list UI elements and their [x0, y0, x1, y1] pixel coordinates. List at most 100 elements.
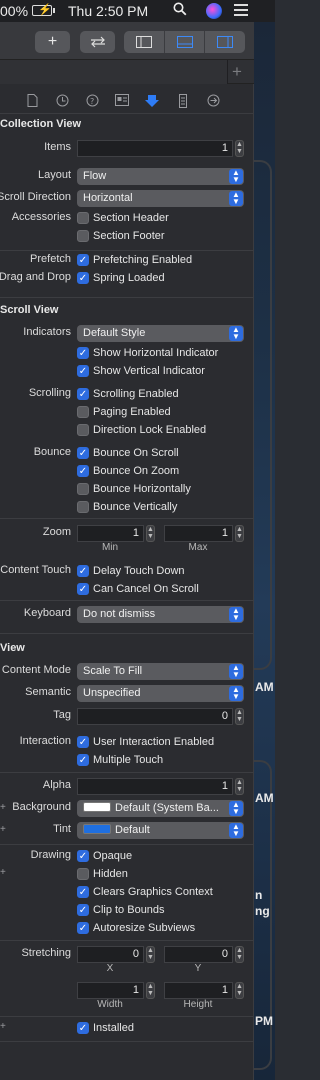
layout-popup[interactable]: Flow ▲ ▼	[77, 168, 244, 185]
new-tab-icon[interactable]: +	[232, 62, 242, 82]
scroll-direction-label: Scroll Direction	[0, 191, 71, 203]
add-button[interactable]: +	[35, 31, 70, 53]
background-value: Default (System Ba...	[115, 802, 219, 814]
alpha-label: Alpha	[42, 779, 71, 791]
alpha-field[interactable]: 1	[77, 778, 233, 795]
background-label: Background	[12, 801, 71, 813]
stretching-x-field[interactable]: 0	[77, 946, 144, 963]
prefetching-enabled-label: Prefetching Enabled	[93, 254, 193, 266]
indicators-popup[interactable]: Default Style ▲ ▼	[77, 325, 244, 342]
user-interaction-checkbox[interactable]: ✓ User Interaction Enabled	[77, 735, 214, 749]
bounce-vertically-checkbox[interactable]: Bounce Vertically	[77, 500, 177, 514]
multiple-touch-checkbox[interactable]: ✓ Multiple Touch	[77, 753, 163, 767]
installed-label: Installed	[93, 1022, 134, 1034]
help-inspector-icon[interactable]: ?	[85, 94, 99, 108]
tag-stepper[interactable]: ▲ ▼	[235, 708, 244, 725]
tint-popup[interactable]: Default ▲ ▼	[77, 822, 244, 839]
add-variation-icon[interactable]: +	[0, 824, 6, 835]
tag-field[interactable]: 0	[77, 708, 233, 725]
zoom-min-field[interactable]: 1	[77, 525, 144, 542]
direction-lock-label: Direction Lock Enabled	[93, 424, 207, 436]
can-cancel-on-scroll-checkbox[interactable]: ✓ Can Cancel On Scroll	[77, 582, 199, 596]
semantic-popup[interactable]: Unspecified ▲ ▼	[77, 685, 244, 702]
prefetching-enabled-checkbox[interactable]: ✓ Prefetching Enabled	[77, 253, 192, 267]
stretching-y-stepper[interactable]: ▲ ▼	[235, 946, 244, 963]
inspector-panel: + + ? Collection View Items 1 ▲ ▼ Layout…	[0, 22, 254, 1080]
window-toolbar: +	[0, 22, 254, 60]
add-variation-icon[interactable]: +	[0, 802, 6, 813]
right-panel-icon	[217, 36, 234, 48]
identity-inspector-icon[interactable]	[115, 94, 129, 108]
show-horizontal-indicator-checkbox[interactable]: ✓ Show Horizontal Indicator	[77, 346, 218, 360]
keyboard-label: Keyboard	[23, 607, 71, 619]
multiple-touch-label: Multiple Touch	[93, 754, 164, 766]
installed-checkbox[interactable]: ✓ Installed	[77, 1021, 134, 1035]
items-field[interactable]: 1	[77, 140, 233, 157]
tag-label: Tag	[53, 709, 71, 721]
scroll-direction-value: Horizontal	[83, 192, 133, 204]
zoom-max-stepper[interactable]: ▲ ▼	[235, 525, 244, 542]
stretching-height-field[interactable]: 1	[164, 982, 233, 999]
menu-bar: 00% ⚡ Thu 2:50 PM	[0, 0, 275, 22]
zoom-label: Zoom	[42, 526, 71, 538]
connections-inspector-icon[interactable]	[206, 94, 220, 108]
spotlight-search-icon[interactable]	[173, 2, 187, 19]
prefetch-label: Prefetch	[30, 253, 71, 265]
section-title-scroll-view: Scroll View	[0, 304, 59, 316]
battery-icon[interactable]: ⚡	[32, 4, 55, 16]
scroll-direction-popup[interactable]: Horizontal ▲ ▼	[77, 190, 244, 207]
desktop-text: AM	[255, 680, 274, 694]
stretching-x-caption: X	[106, 963, 114, 974]
bounce-horizontally-checkbox[interactable]: Bounce Horizontally	[77, 482, 191, 496]
indicators-value: Default Style	[83, 327, 146, 339]
delay-touch-down-checkbox[interactable]: ✓ Delay Touch Down	[77, 564, 185, 578]
siri-icon[interactable]	[206, 3, 222, 19]
history-inspector-icon[interactable]	[55, 94, 69, 108]
panel-toggle-control	[124, 31, 245, 53]
attributes-inspector-icon[interactable]	[145, 94, 159, 108]
navigator-toggle-button[interactable]	[124, 31, 165, 53]
chevron-updown-icon: ▲ ▼	[229, 191, 243, 206]
background-popup[interactable]: Default (System Ba... ▲ ▼	[77, 800, 244, 817]
stretching-width-stepper[interactable]: ▲ ▼	[146, 982, 155, 999]
content-mode-value: Scale To Fill	[83, 665, 143, 677]
clears-graphics-context-checkbox[interactable]: ✓ Clears Graphics Context	[77, 885, 213, 899]
menubar-clock[interactable]: Thu 2:50 PM	[68, 3, 148, 19]
stretching-height-stepper[interactable]: ▲ ▼	[235, 982, 244, 999]
stretching-width-field[interactable]: 1	[77, 982, 144, 999]
stretching-x-stepper[interactable]: ▲ ▼	[146, 946, 155, 963]
notification-center-icon[interactable]	[234, 4, 248, 16]
direction-lock-checkbox[interactable]: Direction Lock Enabled	[77, 423, 206, 437]
section-header-checkbox[interactable]: Section Header	[77, 211, 169, 225]
debug-area-toggle-button[interactable]	[165, 31, 206, 53]
items-stepper[interactable]: ▲ ▼	[235, 140, 244, 157]
autoresize-subviews-checkbox[interactable]: ✓ Autoresize Subviews	[77, 921, 195, 935]
inspector-toggle-button[interactable]	[205, 31, 245, 53]
spring-loaded-checkbox[interactable]: ✓ Spring Loaded	[77, 271, 165, 285]
opaque-checkbox[interactable]: ✓ Opaque	[77, 849, 132, 863]
alpha-stepper[interactable]: ▲ ▼	[235, 778, 244, 795]
hidden-checkbox[interactable]: Hidden	[77, 867, 128, 881]
swap-editor-button[interactable]	[80, 31, 115, 53]
show-vertical-indicator-checkbox[interactable]: ✓ Show Vertical Indicator	[77, 364, 205, 378]
content-mode-popup[interactable]: Scale To Fill ▲ ▼	[77, 663, 244, 680]
file-inspector-icon[interactable]	[25, 94, 39, 108]
editor-tab[interactable]	[0, 60, 228, 84]
stretching-y-field[interactable]: 0	[164, 946, 233, 963]
zoom-max-field[interactable]: 1	[164, 525, 233, 542]
bounce-on-scroll-checkbox[interactable]: ✓ Bounce On Scroll	[77, 446, 179, 460]
section-footer-checkbox[interactable]: Section Footer	[77, 229, 165, 243]
semantic-label: Semantic	[25, 686, 71, 698]
scrolling-enabled-checkbox[interactable]: ✓ Scrolling Enabled	[77, 387, 179, 401]
zoom-min-stepper[interactable]: ▲ ▼	[146, 525, 155, 542]
paging-enabled-checkbox[interactable]: Paging Enabled	[77, 405, 171, 419]
size-inspector-icon[interactable]	[176, 94, 190, 108]
bounce-label: Bounce	[33, 446, 71, 458]
keyboard-popup[interactable]: Do not dismiss ▲ ▼	[77, 606, 244, 623]
chevron-updown-icon: ▲ ▼	[229, 664, 243, 679]
layout-label: Layout	[37, 169, 71, 181]
bounce-on-zoom-checkbox[interactable]: ✓ Bounce On Zoom	[77, 464, 179, 478]
clip-to-bounds-checkbox[interactable]: ✓ Clip to Bounds	[77, 903, 165, 917]
add-variation-icon[interactable]: +	[0, 867, 6, 878]
add-variation-icon[interactable]: +	[0, 1021, 6, 1032]
